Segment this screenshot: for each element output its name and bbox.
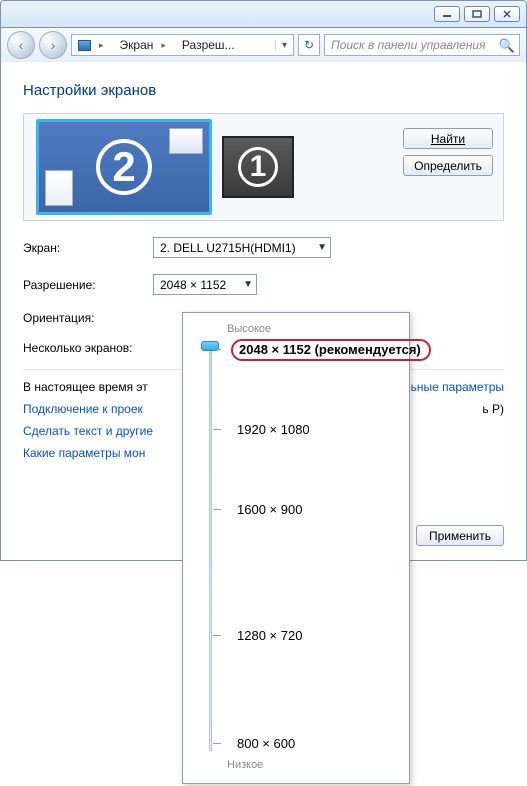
window-thumb-icon bbox=[45, 170, 73, 206]
label-orientation: Ориентация: bbox=[23, 311, 153, 325]
recommended-suffix: (рекомендуется) bbox=[315, 342, 421, 357]
apply-button[interactable]: Применить bbox=[416, 525, 504, 546]
button-label: Определить bbox=[414, 159, 482, 173]
window-titlebar bbox=[0, 0, 527, 28]
breadcrumb-sep: ▸ bbox=[95, 40, 108, 51]
breadcrumb-item-screen[interactable]: Экран ▸ bbox=[114, 38, 176, 52]
resolution-labels: 2048 × 1152 (рекомендуется) 1920 × 1080 … bbox=[221, 339, 397, 759]
breadcrumb-label: Экран bbox=[120, 38, 154, 52]
projector-hotkey: ь Р) bbox=[482, 402, 504, 416]
resolution-slider[interactable] bbox=[199, 339, 221, 759]
chevron-right-icon: › bbox=[51, 37, 56, 53]
textsize-link[interactable]: Сделать текст и другие bbox=[23, 424, 153, 438]
address-bar[interactable]: ▸ Экран ▸ Разреш... ▾ bbox=[71, 34, 294, 56]
refresh-icon: ↻ bbox=[304, 38, 314, 52]
close-icon bbox=[502, 10, 512, 18]
monitor-1[interactable]: 1 bbox=[222, 136, 294, 198]
resolution-option[interactable]: 800 × 600 bbox=[237, 736, 295, 751]
search-input[interactable]: Поиск в панели управления 🔍 bbox=[324, 34, 520, 56]
maximize-icon bbox=[472, 10, 482, 18]
resolution-value: 2048 × 1152 bbox=[239, 342, 311, 357]
slider-tick bbox=[213, 635, 221, 636]
resolution-option-recommended[interactable]: 2048 × 1152 (рекомендуется) bbox=[231, 339, 431, 361]
bottom-buttons: Применить bbox=[394, 525, 504, 546]
refresh-button[interactable]: ↻ bbox=[298, 34, 320, 56]
resolution-popup: Высокое 2048 × 1152 (рекомендуется) 1920… bbox=[182, 312, 410, 784]
label-multiple: Несколько экранов: bbox=[23, 341, 133, 355]
monitor-icon bbox=[78, 40, 91, 51]
close-button[interactable] bbox=[494, 6, 520, 22]
search-placeholder: Поиск в панели управления bbox=[331, 38, 486, 52]
breadcrumb-label: Разреш... bbox=[182, 38, 235, 52]
window-thumb-icon bbox=[169, 128, 203, 154]
breadcrumb-root[interactable]: ▸ bbox=[72, 40, 114, 51]
screen-combo[interactable]: 2. DELL U2715H(HDMI1) ▼ bbox=[153, 237, 331, 258]
monitor-params-link[interactable]: Какие параметры мон bbox=[23, 446, 145, 460]
monitor-number: 1 bbox=[238, 147, 278, 187]
chevron-down-icon: ▼ bbox=[243, 279, 253, 290]
slider-tick bbox=[213, 349, 221, 350]
monitor-preview: 2 1 Найти Определить bbox=[23, 113, 504, 221]
combo-value: 2048 × 1152 bbox=[160, 278, 226, 292]
minimize-button[interactable] bbox=[434, 6, 460, 22]
resolution-option[interactable]: 1280 × 720 bbox=[237, 628, 302, 643]
chevron-down-icon: ▼ bbox=[317, 242, 327, 253]
identify-button[interactable]: Определить bbox=[403, 155, 493, 176]
slider-track bbox=[209, 347, 212, 751]
label-currently: В настоящее время эт bbox=[23, 380, 148, 394]
slider-tick bbox=[213, 743, 221, 744]
breadcrumb-sep: ▸ bbox=[157, 40, 170, 51]
page-title: Настройки экранов bbox=[23, 82, 504, 99]
resolution-option[interactable]: 1920 × 1080 bbox=[237, 422, 310, 437]
monitor-2[interactable]: 2 bbox=[36, 119, 212, 215]
minimize-icon bbox=[442, 10, 452, 18]
forward-button[interactable]: › bbox=[39, 31, 67, 59]
slider-low-label: Низкое bbox=[227, 759, 397, 771]
slider-high-label: Высокое bbox=[227, 323, 397, 335]
resolution-option[interactable]: 1600 × 900 bbox=[237, 502, 302, 517]
navigation-bar: ‹ › ▸ Экран ▸ Разреш... ▾ ↻ Поиск в пане… bbox=[0, 28, 527, 62]
resolution-combo[interactable]: 2048 × 1152 ▼ bbox=[153, 274, 257, 295]
address-dropdown[interactable]: ▾ bbox=[275, 40, 293, 51]
find-button[interactable]: Найти bbox=[403, 128, 493, 149]
projector-link[interactable]: Подключение к проек bbox=[23, 402, 143, 416]
label-resolution: Разрешение: bbox=[23, 278, 153, 292]
search-icon: 🔍 bbox=[499, 38, 515, 54]
label-screen: Экран: bbox=[23, 241, 153, 255]
monitor-number: 2 bbox=[96, 139, 152, 195]
breadcrumb-item-resolution[interactable]: Разреш... bbox=[176, 38, 241, 52]
row-resolution: Разрешение: 2048 × 1152 ▼ bbox=[23, 274, 504, 295]
back-button[interactable]: ‹ bbox=[7, 31, 35, 59]
combo-value: 2. DELL U2715H(HDMI1) bbox=[160, 241, 296, 255]
chevron-left-icon: ‹ bbox=[19, 37, 24, 53]
button-label: Найти bbox=[431, 132, 465, 146]
button-label: Применить bbox=[429, 529, 491, 543]
maximize-button[interactable] bbox=[464, 6, 490, 22]
slider-tick bbox=[213, 429, 221, 430]
slider-tick bbox=[213, 509, 221, 510]
row-screen: Экран: 2. DELL U2715H(HDMI1) ▼ bbox=[23, 237, 504, 258]
